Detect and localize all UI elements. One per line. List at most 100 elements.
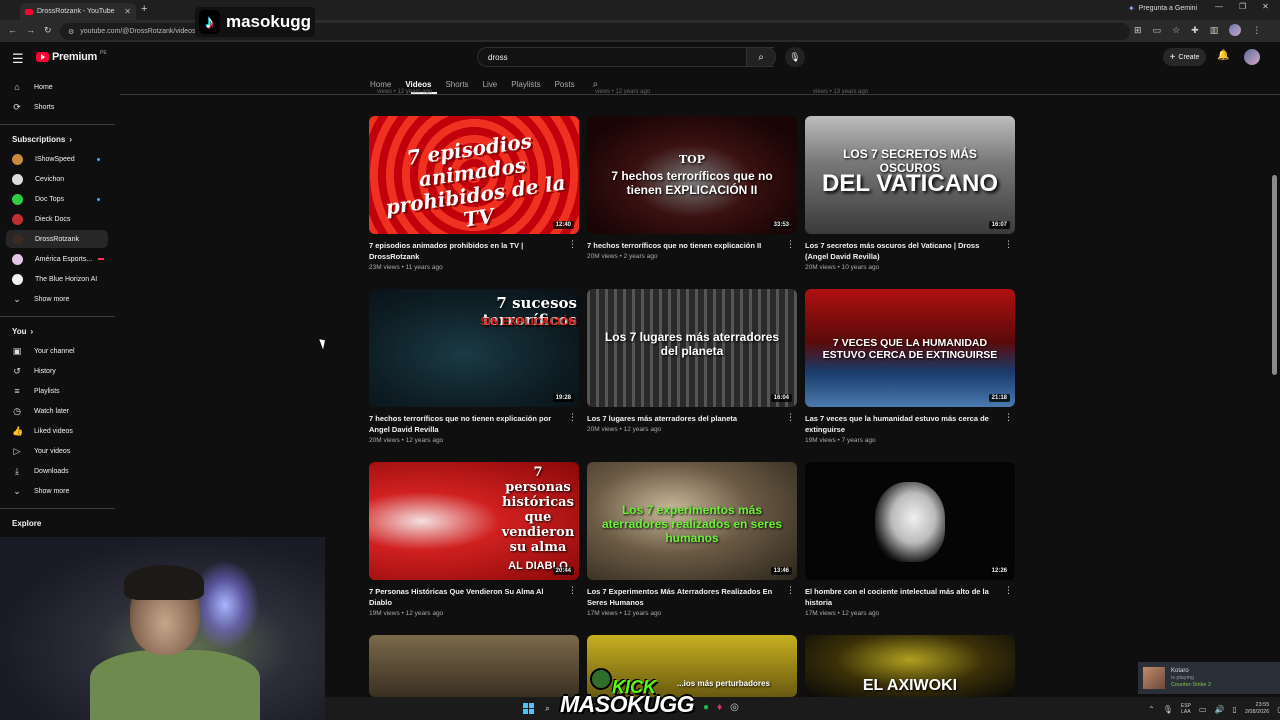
network-icon[interactable]: ▭ — [1199, 705, 1207, 714]
more-actions-icon[interactable]: ⋮ — [568, 413, 577, 422]
more-actions-icon[interactable]: ⋮ — [568, 586, 577, 595]
reload-icon[interactable]: ↻ — [44, 25, 52, 36]
close-window-icon[interactable]: ✕ — [1262, 2, 1269, 11]
video-thumbnail[interactable]: 7 sucesos terroríficos SIN EXPLICACIÓN 1… — [369, 289, 579, 407]
video-card[interactable]: TOP 7 hechos terroríficos que no tienen … — [587, 116, 797, 286]
video-thumbnail[interactable]: 12:26 — [805, 462, 1015, 580]
microphone-icon[interactable]: 🎙 — [1163, 705, 1173, 714]
notifications-bell-icon[interactable]: 🔔 — [1217, 50, 1229, 61]
video-card[interactable]: Los 7 experimentos más aterradores reali… — [587, 462, 797, 632]
translate-icon[interactable]: ⊞ — [1134, 25, 1142, 36]
profile-avatar[interactable] — [1229, 24, 1242, 36]
channel-search-icon[interactable]: ⌕ — [593, 79, 599, 90]
browser-tab[interactable]: DrossRotzank - YouTube ✕ — [20, 3, 136, 20]
video-thumbnail[interactable] — [369, 635, 579, 697]
video-title[interactable]: Los 7 lugares más aterradores del planet… — [587, 413, 777, 424]
tab-playlists[interactable]: Playlists — [511, 80, 540, 89]
video-card[interactable]: 7 sucesos terroríficos SIN EXPLICACIÓN 1… — [369, 289, 579, 459]
site-info-icon[interactable]: ⚙ — [68, 28, 74, 36]
app-icon[interactable]: ♦ — [717, 702, 722, 713]
video-thumbnail[interactable]: 7 personas históricas que vendieron su a… — [369, 462, 579, 580]
video-card[interactable]: 7 personas históricas que vendieron su a… — [369, 462, 579, 632]
volume-icon[interactable]: 🔊 — [1214, 705, 1224, 714]
video-thumbnail[interactable]: EL AXIWOKI — [805, 635, 1015, 697]
voice-search-button[interactable]: 🎙 — [785, 47, 805, 67]
menu-icon[interactable]: ☰ — [12, 51, 24, 67]
more-actions-icon[interactable]: ⋮ — [786, 586, 795, 595]
youtube-logo[interactable]: Premium PE — [36, 50, 107, 63]
close-tab-icon[interactable]: ✕ — [124, 7, 131, 16]
more-actions-icon[interactable]: ⋮ — [1004, 586, 1013, 595]
video-thumbnail[interactable]: Los 7 lugares más aterradores del planet… — [587, 289, 797, 407]
cast-icon[interactable]: ▭ — [1153, 25, 1162, 36]
sidebar-item-downloads[interactable]: ⤓ Downloads — [6, 462, 108, 480]
sidebar-item-drossrotzank[interactable]: DrossRotzank — [6, 230, 108, 248]
scrollbar[interactable] — [1272, 175, 1277, 375]
new-tab-icon[interactable]: + — [141, 3, 147, 15]
more-actions-icon[interactable]: ⋮ — [568, 240, 577, 249]
more-actions-icon[interactable]: ⋮ — [786, 240, 795, 249]
tab-posts[interactable]: Posts — [555, 80, 575, 89]
sidebar-item-doc-tops[interactable]: Doc Tops — [6, 190, 108, 208]
video-thumbnail[interactable]: TOP 7 hechos terroríficos que no tienen … — [587, 116, 797, 234]
sidebar-item-blue-horizon[interactable]: The Blue Horizon AI — [6, 270, 108, 288]
video-thumbnail[interactable]: Los 7 experimentos más aterradores reali… — [587, 462, 797, 580]
steam-friend-notification[interactable]: Kotaro is playing Counter-Strike 2 — [1138, 662, 1280, 694]
video-title[interactable]: 7 hechos terroríficos que no tienen expl… — [587, 240, 777, 251]
video-thumbnail[interactable]: 7 VECES QUE LA HUMANIDAD ESTUVO CERCA DE… — [805, 289, 1015, 407]
sidepanel-icon[interactable]: ▥ — [1210, 25, 1219, 36]
video-title[interactable]: El hombre con el cociente intelectual má… — [805, 586, 995, 608]
sidebar-item-dieck-docs[interactable]: Dieck Docs — [6, 210, 108, 228]
sidebar-item-your-videos[interactable]: ▷ Your videos — [6, 442, 108, 460]
clock[interactable]: 23:55 2/08/2026 — [1245, 702, 1269, 716]
sidebar-item-watch-later[interactable]: ◷ Watch later — [6, 402, 108, 420]
extensions-icon[interactable]: ✚ — [1191, 25, 1199, 36]
account-avatar[interactable] — [1244, 49, 1260, 65]
video-thumbnail[interactable]: LOS 7 SECRETOS MÁS OSCUROS DEL VATICANO … — [805, 116, 1015, 234]
tab-home[interactable]: Home — [370, 80, 391, 89]
chevron-up-icon[interactable]: ⌃ — [1148, 705, 1155, 714]
search-input[interactable]: dross ✕ — [477, 47, 774, 67]
sidebar-item-playlists[interactable]: ≡ Playlists — [6, 382, 108, 400]
show-more-subscriptions[interactable]: ⌄ Show more — [6, 290, 108, 308]
tab-live[interactable]: Live — [483, 80, 498, 89]
create-button[interactable]: + Create — [1163, 48, 1206, 66]
video-title[interactable]: 7 episodios animados prohibidos en la TV… — [369, 240, 559, 262]
sidebar-item-cevichon[interactable]: Cevichon — [6, 170, 108, 188]
search-button[interactable]: ⌕ — [746, 47, 776, 67]
sidebar-item-home[interactable]: ⌂ Home — [6, 78, 108, 96]
steam-icon[interactable]: ◎ — [730, 702, 739, 713]
video-card[interactable]: LOS 7 SECRETOS MÁS OSCUROS DEL VATICANO … — [805, 116, 1015, 286]
video-card[interactable]: 7 episodios animados prohibidos de la TV… — [369, 116, 579, 286]
sidebar-item-liked-videos[interactable]: 👍 Liked videos — [6, 422, 108, 440]
browser-menu-icon[interactable]: ⋮ — [1252, 25, 1261, 36]
video-title[interactable]: 7 hechos terroríficos que no tienen expl… — [369, 413, 559, 435]
windows-start-icon[interactable] — [523, 703, 534, 714]
battery-icon[interactable]: ▯ — [1232, 705, 1236, 714]
gemini-button[interactable]: ✦ Pregunta a Gemini — [1128, 4, 1197, 13]
sidebar-item-your-channel[interactable]: ▣ Your channel — [6, 342, 108, 360]
video-title[interactable]: Los 7 Experimentos Más Aterradores Reali… — [587, 586, 777, 608]
sidebar-item-ishowspeed[interactable]: IShowSpeed — [6, 150, 108, 168]
sidebar-item-america-esports[interactable]: América Esports... — [6, 250, 108, 268]
taskbar-search-icon[interactable]: ⌕ — [545, 703, 550, 714]
tab-shorts[interactable]: Shorts — [445, 80, 468, 89]
forward-icon[interactable]: → — [26, 25, 35, 35]
sidebar-item-history[interactable]: ↺ History — [6, 362, 108, 380]
subscriptions-header[interactable]: Subscriptions › — [12, 135, 72, 144]
video-thumbnail[interactable]: 7 episodios animados prohibidos de la TV… — [369, 116, 579, 234]
more-actions-icon[interactable]: ⋮ — [1004, 413, 1013, 422]
you-header[interactable]: You › — [12, 327, 33, 336]
back-icon[interactable]: ← — [8, 25, 17, 35]
video-title[interactable]: 7 Personas Históricas Que Vendieron Su A… — [369, 586, 559, 608]
tab-videos[interactable]: Videos — [405, 80, 431, 89]
sidebar-item-shorts[interactable]: ⟳ Shorts — [6, 98, 108, 116]
minimize-icon[interactable]: — — [1215, 2, 1223, 11]
spotify-icon[interactable]: ● — [703, 702, 709, 713]
video-card[interactable]: 7 VECES QUE LA HUMANIDAD ESTUVO CERCA DE… — [805, 289, 1015, 459]
video-card[interactable]: 12:26 El hombre con el cociente intelect… — [805, 462, 1015, 632]
more-actions-icon[interactable]: ⋮ — [786, 413, 795, 422]
video-card[interactable]: Los 7 lugares más aterradores del planet… — [587, 289, 797, 459]
show-more-you[interactable]: ⌄ Show more — [6, 482, 108, 500]
more-actions-icon[interactable]: ⋮ — [1004, 240, 1013, 249]
